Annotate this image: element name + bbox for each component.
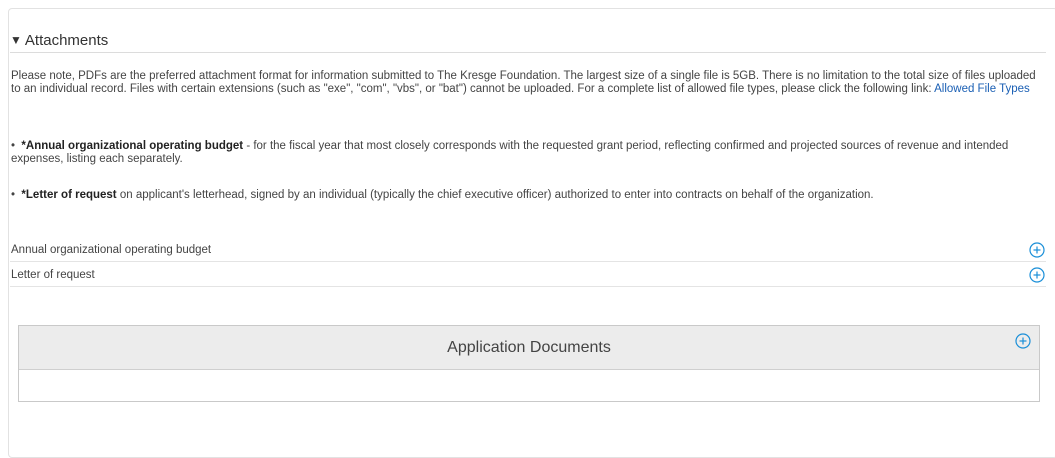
requirement-title: *Letter of request [21,189,117,201]
application-documents-header: Application Documents [19,326,1039,370]
attachment-row-letter: Letter of request [10,263,1046,287]
attachment-note: Please note, PDFs are the preferred atta… [11,70,1041,96]
attachments-section-header[interactable]: ▼ Attachments [10,28,1046,53]
application-documents-list [19,370,1039,401]
requirement-description: on applicant's letterhead, signed by an … [116,189,874,201]
plus-circle-icon[interactable] [1029,266,1045,283]
requirement-title: *Annual organizational operating budget [21,140,244,152]
triangle-down-icon: ▼ [10,33,22,47]
bullet-marker: • [11,140,16,152]
plus-circle-icon[interactable] [1015,333,1031,349]
allowed-file-types-link[interactable]: Allowed File Types [934,83,1030,95]
plus-circle-icon[interactable] [1029,241,1045,258]
attachment-note-text: Please note, PDFs are the preferred atta… [11,70,1036,95]
requirement-bullet-budget: • *Annual organizational operating budge… [11,140,1041,166]
application-documents-title: Application Documents [447,338,611,356]
requirement-bullet-letter: • *Letter of request on applicant's lett… [11,189,1041,202]
attachment-row-label: Annual organizational operating budget [11,243,212,256]
application-documents-box: Application Documents [18,325,1040,402]
bullet-marker: • [11,189,16,201]
section-title: Attachments [24,31,109,49]
attachment-row-label: Letter of request [11,268,95,281]
attachment-row-budget: Annual organizational operating budget [10,238,1046,262]
